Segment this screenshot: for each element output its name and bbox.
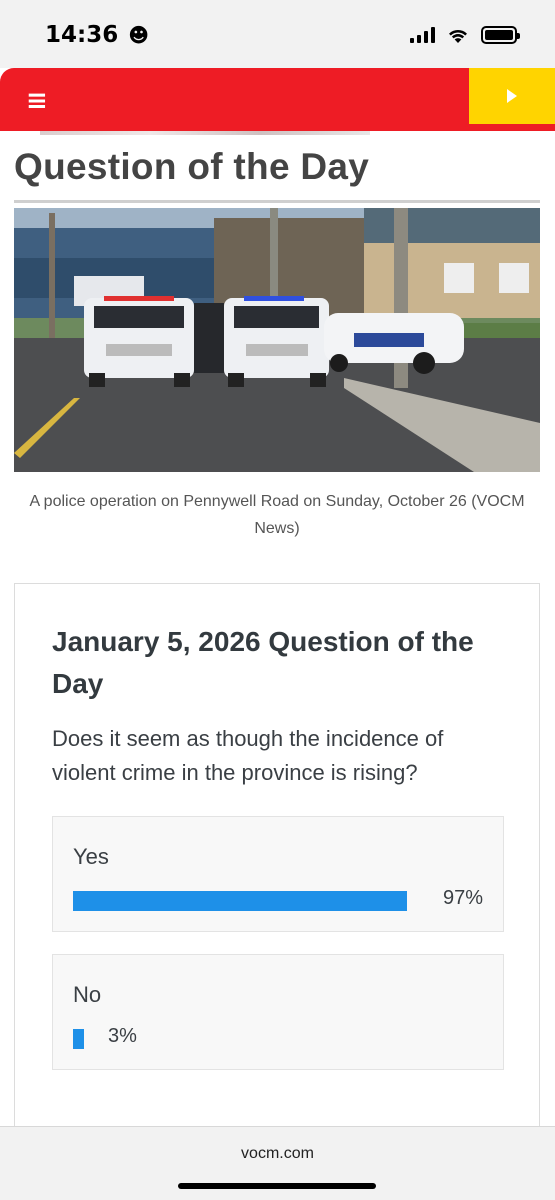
signal-icon	[410, 27, 435, 43]
title-divider	[14, 200, 540, 203]
smiley-icon: ☻	[128, 23, 150, 47]
result-bar-fill	[73, 891, 407, 911]
browser-bottom-bar: vocm.com	[0, 1126, 555, 1200]
photo-caption: A police operation on Pennywell Road on …	[29, 493, 525, 537]
article-photo	[14, 208, 540, 472]
play-icon	[507, 89, 517, 103]
option-label: No	[73, 982, 102, 1007]
poll-option-no[interactable]: No 3%	[52, 954, 504, 1070]
poll-title: January 5, 2026 Question of the Day	[52, 626, 474, 699]
result-bar-fill	[73, 1029, 85, 1049]
poll-option-yes[interactable]: Yes 97%	[52, 816, 504, 932]
home-indicator[interactable]	[178, 1183, 376, 1189]
status-bar: 14:36 ☻	[0, 0, 555, 68]
result-percent: 97%	[442, 887, 483, 909]
battery-icon	[481, 26, 520, 44]
hamburger-menu-icon[interactable]: ≡	[26, 86, 48, 116]
poll-question: Does it seem as though the incidence of …	[52, 726, 444, 785]
result-percent: 3%	[108, 1025, 137, 1047]
result-bar-track	[73, 891, 417, 911]
page-title: Question of the Day	[14, 146, 370, 187]
poll-card: January 5, 2026 Question of the Day Does…	[14, 583, 540, 1143]
url-display[interactable]: vocm.com	[0, 1145, 555, 1163]
status-time: 14:36 ☻	[45, 22, 149, 48]
site-header: ≡	[0, 68, 555, 131]
time-text: 14:36	[45, 22, 119, 48]
play-button[interactable]	[469, 68, 555, 124]
wifi-icon	[449, 29, 467, 43]
status-icons	[410, 26, 520, 44]
previous-image-edge	[40, 131, 370, 135]
option-label: Yes	[73, 844, 109, 869]
